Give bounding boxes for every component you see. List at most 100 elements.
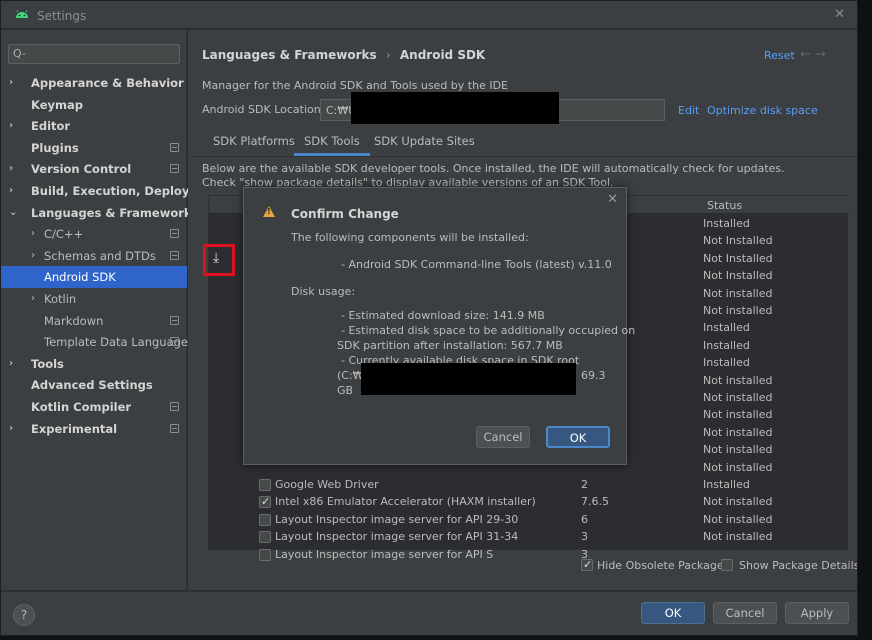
tool-version: 2 xyxy=(581,478,588,491)
status-cell: Not Installed xyxy=(703,234,773,248)
dialog-intro: The following components will be install… xyxy=(291,231,529,244)
avail-line-2: (C:₩ xyxy=(337,369,364,382)
dialog-title: Confirm Change xyxy=(291,207,399,221)
sidebar-item[interactable]: Template Data Languages xyxy=(1,331,194,353)
sidebar-item-label: Version Control xyxy=(31,162,132,177)
status-cell: Installed xyxy=(703,338,750,352)
redaction-bar xyxy=(351,92,559,124)
sidebar-item[interactable]: › Build, Execution, Deployment xyxy=(1,180,223,202)
sidebar-item-label: Tools xyxy=(31,356,64,371)
window-close-icon[interactable]: ✕ xyxy=(834,7,845,22)
sidebar-item[interactable]: › Experimental xyxy=(1,418,187,440)
status-cell: Not Installed xyxy=(703,269,773,283)
chevron-right-icon[interactable]: › xyxy=(9,180,13,202)
info-line-1: Below are the available SDK developer to… xyxy=(202,162,785,175)
est-download-size: - Estimated download size: 141.9 MB xyxy=(341,309,545,322)
reset-link[interactable]: Reset xyxy=(764,49,795,62)
sidebar-item-label: Appearance & Behavior xyxy=(31,76,184,90)
status-cell: Not installed xyxy=(703,512,773,526)
status-column-header[interactable]: Status xyxy=(707,199,742,212)
settings-search-input[interactable]: Q- xyxy=(8,44,180,64)
chevron-right-icon[interactable]: › xyxy=(9,115,13,137)
chevron-right-icon[interactable]: › xyxy=(31,245,35,267)
chevron-right-icon[interactable]: › xyxy=(31,288,35,310)
window-title: Settings xyxy=(37,9,87,23)
project-scope-icon xyxy=(170,142,179,152)
tab-sdk-platforms[interactable]: SDK Platforms xyxy=(213,134,295,148)
project-scope-icon xyxy=(170,164,179,174)
show-details-label: Show Package Details xyxy=(739,559,858,572)
breadcrumb-parent[interactable]: Languages & Frameworks xyxy=(202,48,377,62)
sidebar-item[interactable]: › Version Control xyxy=(1,158,187,180)
sidebar-item[interactable]: Keymap xyxy=(1,94,187,116)
chevron-down-icon[interactable]: ⌄ xyxy=(9,202,17,224)
help-button[interactable]: ? xyxy=(13,604,35,626)
ok-button[interactable]: OK xyxy=(641,602,705,624)
bottom-bar: ? OK Cancel Apply xyxy=(1,591,857,635)
status-cell: Installed xyxy=(703,217,750,230)
tool-name: Layout Inspector image server for API S xyxy=(275,547,494,561)
sidebar-item[interactable]: Android SDK xyxy=(1,266,187,289)
sidebar-item[interactable]: Kotlin Compiler xyxy=(1,396,187,418)
status-cell: Not installed xyxy=(703,408,773,422)
tool-checkbox[interactable] xyxy=(259,548,271,561)
tool-checkbox[interactable] xyxy=(259,513,271,526)
hide-obsolete-checkbox[interactable] xyxy=(581,558,593,571)
optimize-disk-link[interactable]: Optimize disk space xyxy=(707,104,818,117)
sidebar-item-label: Languages & Frameworks xyxy=(31,205,199,220)
project-scope-icon xyxy=(170,402,179,411)
tab-divider xyxy=(188,156,857,157)
dialog-cancel-button[interactable]: Cancel xyxy=(476,426,530,448)
hide-obsolete-label: Hide Obsolete Packages xyxy=(597,559,730,572)
status-cell: Not installed xyxy=(703,286,773,300)
chevron-right-icon[interactable]: › xyxy=(31,223,35,245)
breadcrumb-current: Android SDK xyxy=(399,48,486,62)
sidebar-item[interactable]: › Editor xyxy=(1,115,187,137)
sidebar-item-label: Experimental xyxy=(31,421,118,436)
show-details-checkbox[interactable] xyxy=(721,559,733,571)
sidebar-item[interactable]: Plugins xyxy=(1,137,187,159)
status-cell: Not installed xyxy=(703,443,773,457)
edit-link[interactable]: Edit xyxy=(678,104,699,117)
sidebar-item[interactable]: › Kotlin xyxy=(1,288,187,310)
settings-window: Settings ✕ Q- › Appearance & Behavior Keym… xyxy=(0,0,858,636)
avail-line-4: GB xyxy=(337,384,354,397)
sidebar-item-label: C/C++ xyxy=(44,227,84,242)
chevron-right-icon[interactable]: › xyxy=(9,72,13,94)
tool-checkbox[interactable] xyxy=(259,495,271,509)
download-icon[interactable]: ⤓ xyxy=(213,250,219,266)
sidebar-item[interactable]: › Schemas and DTDs xyxy=(1,245,187,267)
project-scope-icon xyxy=(170,250,179,260)
tool-version: 3 xyxy=(581,530,588,544)
sidebar-item[interactable]: › C/C++ xyxy=(1,223,187,245)
chevron-right-icon[interactable]: › xyxy=(9,158,13,180)
sidebar-item[interactable]: Markdown xyxy=(1,310,187,332)
sidebar-item[interactable]: ⌄ Languages & Frameworks xyxy=(1,202,198,224)
tab-sdk-update-sites[interactable]: SDK Update Sites xyxy=(374,134,475,148)
tab-sdk-tools[interactable]: SDK Tools xyxy=(294,134,370,156)
chevron-right-icon[interactable]: › xyxy=(9,418,13,440)
nav-arrows-icon[interactable]: ← → xyxy=(800,47,826,62)
sidebar-item-label: Kotlin Compiler xyxy=(31,400,132,414)
tool-name: Intel x86 Emulator Accelerator (HAXM ins… xyxy=(275,495,536,509)
sidebar-item[interactable]: › Appearance & Behavior xyxy=(1,72,187,94)
chevron-right-icon[interactable]: › xyxy=(9,353,13,375)
status-cell: Not installed xyxy=(703,373,773,387)
status-cell: Not installed xyxy=(703,304,773,317)
sidebar-item[interactable]: › Tools xyxy=(1,353,187,375)
sidebar-item-label: Markdown xyxy=(44,313,104,328)
dialog-ok-button[interactable]: OK xyxy=(546,426,610,448)
project-scope-icon xyxy=(170,315,179,325)
tool-checkbox[interactable] xyxy=(259,479,271,491)
cancel-button[interactable]: Cancel xyxy=(713,602,777,624)
status-cell: Installed xyxy=(703,478,750,491)
confirm-change-dialog: ✕ ! Confirm Change The following compone… xyxy=(243,187,635,465)
sidebar-item[interactable]: Advanced Settings xyxy=(1,374,187,396)
tool-checkbox[interactable] xyxy=(259,531,271,544)
breadcrumb: Languages & Frameworks › Android SDK xyxy=(202,48,485,62)
status-cell: Not installed xyxy=(703,460,773,474)
warning-icon: ! xyxy=(263,206,275,217)
apply-button[interactable]: Apply xyxy=(785,602,849,624)
status-cell: Installed xyxy=(703,321,750,335)
dialog-close-icon[interactable]: ✕ xyxy=(607,192,618,207)
